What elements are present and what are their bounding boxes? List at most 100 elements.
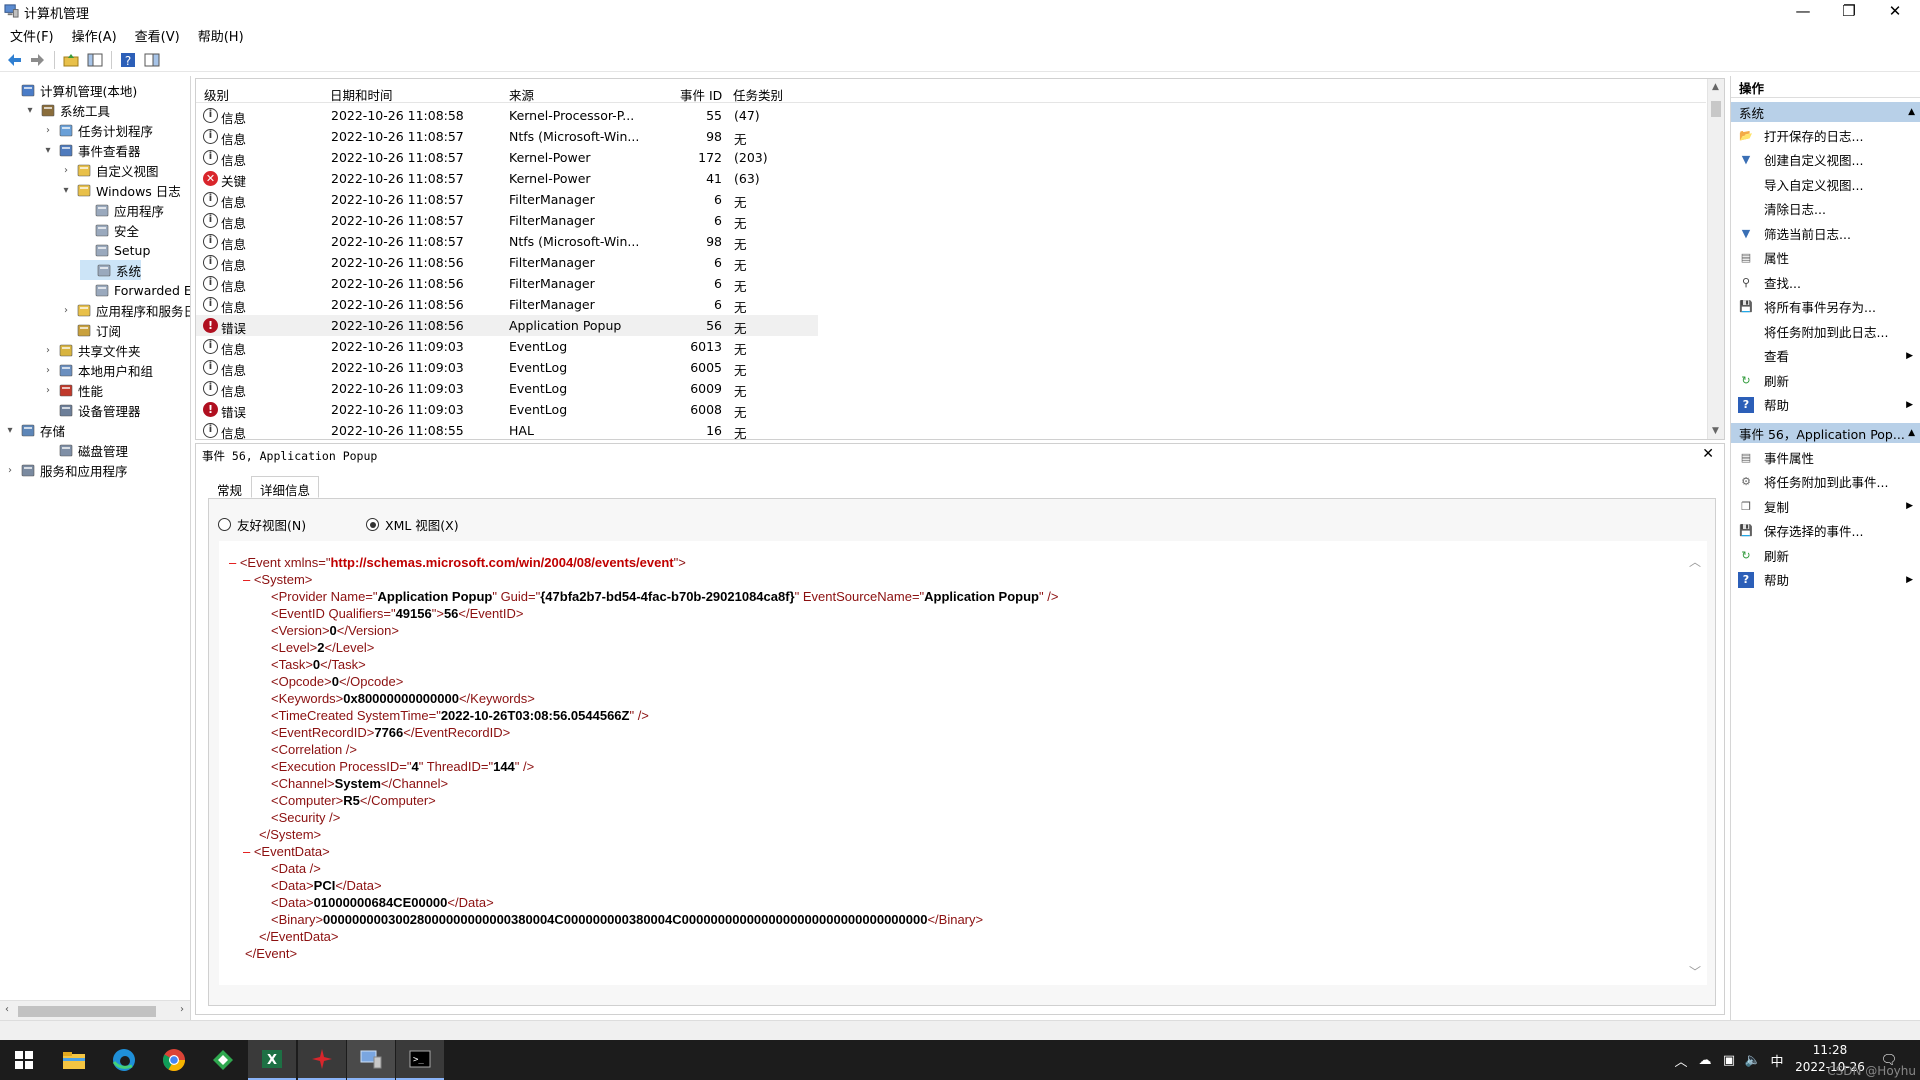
tree-item[interactable]: ▾ 系统工具	[24, 100, 110, 120]
expander-icon[interactable]: ›	[42, 365, 54, 376]
restore-button[interactable]: ❐	[1826, 0, 1872, 22]
xml-view-radio[interactable]: XML 视图(X)	[366, 515, 459, 534]
tree-item[interactable]: 安全	[78, 220, 139, 240]
scroll-down-icon[interactable]: ▼	[1712, 426, 1719, 436]
action-item[interactable]: ? 帮助 ▶	[1731, 394, 1920, 416]
event-row[interactable]: i 信息 2022-10-26 11:09:03 EventLog 6005 无	[196, 357, 818, 378]
tab-general[interactable]: 常规	[208, 476, 251, 498]
scroll-up-icon[interactable]: ▲	[1712, 82, 1719, 92]
tree-item[interactable]: 磁盘管理	[42, 440, 128, 460]
close-button[interactable]: ✕	[1872, 0, 1918, 22]
start-button[interactable]	[0, 1040, 48, 1080]
action-item[interactable]: 💾 将所有事件另存为...	[1731, 296, 1920, 318]
tree-item[interactable]: ▾ 事件查看器	[42, 140, 140, 160]
expander-icon[interactable]: ›	[42, 125, 54, 136]
collapse-icon[interactable]: ▲	[1908, 107, 1915, 117]
close-details-icon[interactable]: ✕	[1702, 446, 1714, 462]
event-row[interactable]: i 信息 2022-10-26 11:08:56 FilterManager 6 无	[196, 252, 818, 273]
action-item[interactable]: 查看 ▶	[1731, 345, 1920, 367]
tree-item[interactable]: Setup	[78, 240, 150, 260]
file-explorer-icon[interactable]	[50, 1040, 98, 1080]
back-icon[interactable]	[4, 50, 24, 70]
app-red-icon[interactable]	[298, 1040, 346, 1080]
scroll-down-icon[interactable]: ﹀	[1689, 963, 1701, 979]
action-item[interactable]: 导入自定义视图...	[1731, 173, 1920, 195]
event-row[interactable]: i 信息 2022-10-26 11:08:58 Kernel-Processor-P…	[196, 105, 818, 126]
collapse-icon[interactable]: ▲	[1908, 428, 1915, 438]
tree-item[interactable]: › 应用程序和服务日志	[60, 300, 190, 320]
show-hidden-icons-icon[interactable]: ︿	[1672, 1040, 1690, 1080]
menu-file[interactable]: 文件(F)	[0, 23, 62, 45]
action-item[interactable]: 📂 打开保存的日志...	[1731, 124, 1920, 146]
action-item[interactable]: ▼ 创建自定义视图...	[1731, 149, 1920, 171]
column-level[interactable]: 级别	[204, 85, 229, 104]
action-item[interactable]: ↻ 刷新	[1731, 544, 1920, 566]
event-row[interactable]: ! 错误 2022-10-26 11:08:56 Application Popup 5…	[196, 315, 818, 336]
up-folder-icon[interactable]	[61, 50, 81, 70]
event-row[interactable]: i 信息 2022-10-26 11:08:57 Kernel-Power 172 (20…	[196, 147, 818, 168]
action-item[interactable]: ⚙ 将任务附加到此事件...	[1731, 471, 1920, 493]
action-item[interactable]: ❐ 复制 ▶	[1731, 495, 1920, 517]
action-item[interactable]: 将任务附加到此日志...	[1731, 320, 1920, 342]
xml-view[interactable]: ︿ ﹀ – <Event xmlns="http://schemas.micro…	[219, 541, 1707, 985]
expander-icon[interactable]: ▾	[4, 425, 16, 436]
tree-item[interactable]: › 性能	[42, 380, 103, 400]
ime-indicator[interactable]: 中	[1766, 1040, 1788, 1080]
scrollbar-thumb[interactable]	[1711, 101, 1721, 117]
column-source[interactable]: 来源	[509, 85, 534, 104]
tree-item[interactable]: 系统	[80, 260, 142, 280]
show-hide-console-tree-icon[interactable]	[85, 50, 105, 70]
event-row[interactable]: i 信息 2022-10-26 11:09:03 EventLog 6009 无	[196, 378, 818, 399]
help-icon[interactable]: ?	[118, 50, 138, 70]
volume-icon[interactable]: 🔈	[1742, 1040, 1764, 1080]
chrome-browser-icon[interactable]	[150, 1040, 198, 1080]
tree-item[interactable]: › 自定义视图	[60, 160, 159, 180]
tree-item[interactable]: ▾ 存储	[4, 420, 65, 440]
menu-view[interactable]: 查看(V)	[125, 23, 188, 45]
app-green-diamond-icon[interactable]	[199, 1040, 247, 1080]
tree-item[interactable]: › 共享文件夹	[42, 340, 141, 360]
expander-icon[interactable]: ›	[42, 345, 54, 356]
action-item[interactable]: ⚲ 查找...	[1731, 271, 1920, 293]
event-list-scrollbar[interactable]: ▲ ▼	[1707, 79, 1724, 439]
scroll-right-icon[interactable]: ›	[180, 1004, 184, 1015]
scrollbar-thumb[interactable]	[18, 1006, 156, 1017]
event-row[interactable]: i 信息 2022-10-26 11:08:57 FilterManager 6 无	[196, 189, 818, 210]
scroll-up-icon[interactable]: ︿	[1689, 553, 1701, 569]
tree-item[interactable]: ▾ Windows 日志	[60, 180, 180, 200]
event-row[interactable]: i 信息 2022-10-26 11:08:56 FilterManager 6 无	[196, 294, 818, 315]
edge-browser-icon[interactable]	[100, 1040, 148, 1080]
event-row[interactable]: ✕ 关键 2022-10-26 11:08:57 Kernel-Power 41 (63)	[196, 168, 818, 189]
excel-icon[interactable]: X	[248, 1040, 296, 1080]
menu-help[interactable]: 帮助(H)	[188, 23, 252, 45]
computer-management-taskbar-icon[interactable]	[347, 1040, 395, 1080]
event-row[interactable]: i 信息 2022-10-26 11:08:56 FilterManager 6 无	[196, 273, 818, 294]
tree-item[interactable]: 计算机管理(本地)	[4, 80, 137, 100]
event-row[interactable]: i 信息 2022-10-26 11:08:57 Ntfs (Microsoft-Wi…	[196, 231, 818, 252]
action-item[interactable]: ▼ 筛选当前日志...	[1731, 222, 1920, 244]
tree-item[interactable]: › 服务和应用程序	[4, 460, 128, 480]
action-item[interactable]: ? 帮助 ▶	[1731, 569, 1920, 591]
expander-icon[interactable]: ▾	[60, 185, 72, 196]
actions-section-event[interactable]: 事件 56，Application Pop... ▲	[1731, 423, 1920, 443]
friendly-view-radio[interactable]: 友好视图(N)	[218, 515, 306, 534]
event-row[interactable]: ! 错误 2022-10-26 11:09:03 EventLog 6008 无	[196, 399, 818, 420]
onedrive-icon[interactable]: ☁	[1694, 1040, 1716, 1080]
expander-icon[interactable]: ▾	[42, 145, 54, 156]
forward-icon[interactable]	[28, 50, 48, 70]
expander-icon[interactable]: ›	[60, 165, 72, 176]
action-item[interactable]: ▤ 事件属性	[1731, 446, 1920, 468]
menu-action[interactable]: 操作(A)	[62, 23, 125, 45]
event-row[interactable]: i 信息 2022-10-26 11:09:03 EventLog 6013 无	[196, 336, 818, 357]
expander-icon[interactable]: ▾	[24, 105, 36, 116]
network-icon[interactable]: ▣	[1718, 1040, 1740, 1080]
tree-item[interactable]: › 本地用户和组	[42, 360, 153, 380]
scroll-left-icon[interactable]: ‹	[5, 1004, 9, 1015]
show-hide-action-pane-icon[interactable]	[142, 50, 162, 70]
column-task-category[interactable]: 任务类别	[733, 85, 783, 104]
minimize-button[interactable]: —	[1780, 0, 1826, 22]
action-item[interactable]: 清除日志...	[1731, 198, 1920, 220]
column-event-id[interactable]: 事件 ID	[680, 85, 722, 104]
event-row[interactable]: i 信息 2022-10-26 11:08:57 Ntfs (Microsoft-Wi…	[196, 126, 818, 147]
tree-item[interactable]: › 任务计划程序	[42, 120, 153, 140]
